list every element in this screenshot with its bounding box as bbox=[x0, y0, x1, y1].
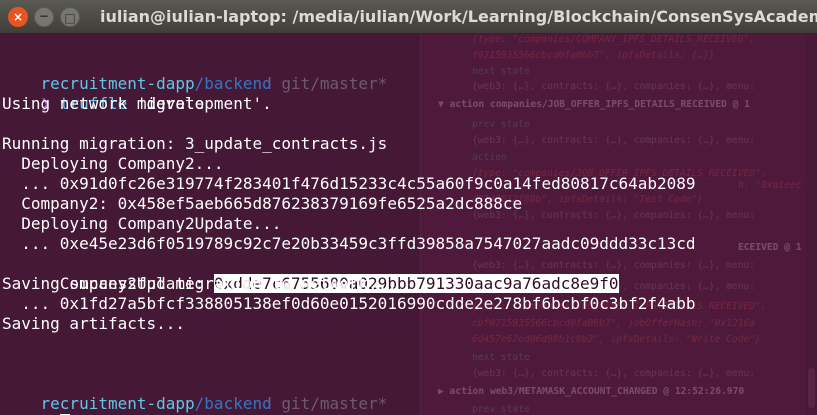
output-line: Saving successful migration to network..… bbox=[2, 274, 397, 293]
prompt-git-branch: git/master* bbox=[271, 394, 388, 413]
output-line: Saving artifacts... bbox=[2, 314, 186, 333]
prompt-git-branch: git/master* bbox=[271, 74, 388, 93]
terminal-window[interactable]: recruitment-dapp/backend git/master* ❯ t… bbox=[0, 34, 817, 415]
output-line: Company2: 0x458ef5aeb665d876238379169fe6… bbox=[2, 194, 523, 213]
output-line: Using network 'development'. bbox=[2, 94, 272, 113]
input-line[interactable]: ❯ bbox=[2, 394, 70, 415]
output-line: ... 0x91d0fc26e319774f283401f476d15233c4… bbox=[2, 174, 696, 193]
output-line: Deploying Company2... bbox=[2, 154, 224, 173]
prompt-subdirectory: backend bbox=[204, 74, 272, 93]
close-icon[interactable]: × bbox=[8, 7, 28, 27]
output-line: ... 0x1fd27a5bfcf338805138ef0d60e0152016… bbox=[2, 294, 696, 313]
output-line: ... 0xe45e23d6f0519789c92c7e20b33459c3ff… bbox=[2, 234, 696, 253]
minimize-icon[interactable]: − bbox=[34, 7, 54, 27]
output-line: Running migration: 3_update_contracts.js bbox=[2, 134, 388, 153]
prompt-slash: / bbox=[194, 394, 205, 413]
company2update-line: Company2Update: 0xdde7c6755600a029bbb791… bbox=[2, 254, 619, 293]
shell-prompt-2: recruitment-dapp/backend git/master* bbox=[2, 374, 388, 413]
window-titlebar: × − □ iulian@iulian-laptop: /media/iulia… bbox=[0, 0, 817, 34]
maximize-icon[interactable]: □ bbox=[60, 7, 80, 27]
command-line: ❯ truffle migrate bbox=[2, 74, 205, 113]
window-title: iulian@iulian-laptop: /media/iulian/Work… bbox=[100, 7, 817, 26]
output-line: Deploying Company2Update... bbox=[2, 214, 282, 233]
prompt-subdirectory: backend bbox=[204, 394, 272, 413]
shell-prompt: recruitment-dapp/backend git/master* bbox=[2, 54, 388, 93]
